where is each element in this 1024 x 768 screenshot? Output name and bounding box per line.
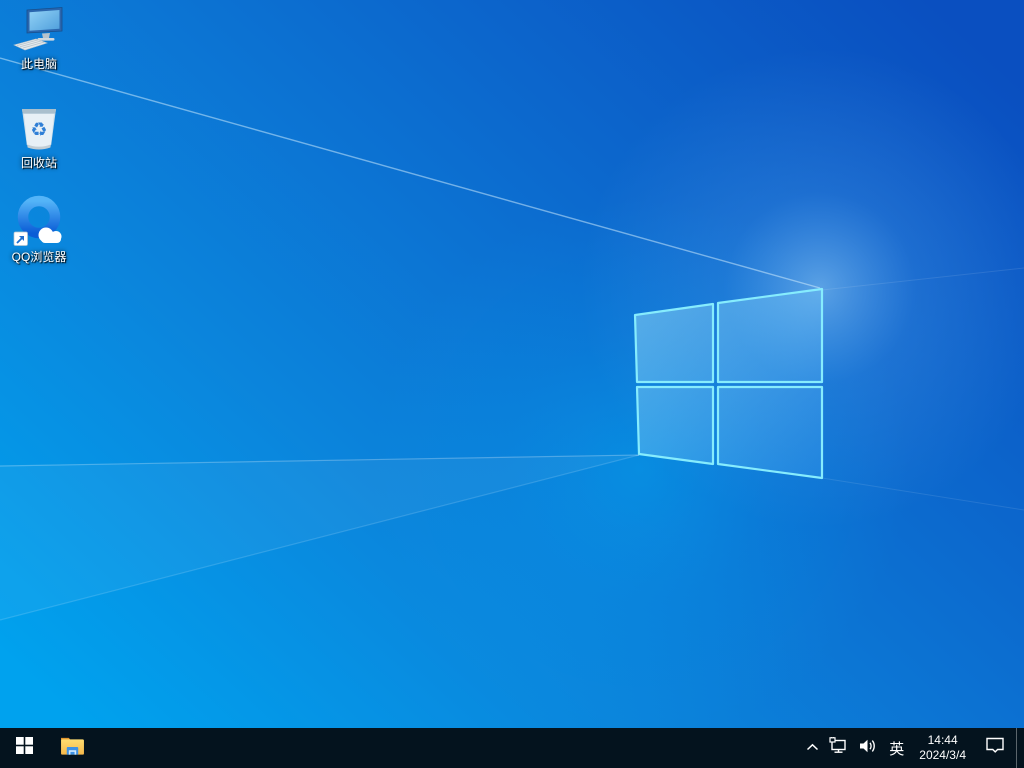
start-button[interactable] <box>0 728 48 768</box>
action-center-icon <box>985 737 1005 759</box>
desktop-icon-recycle-bin[interactable]: ♻ 回收站 <box>0 100 78 170</box>
windows-start-icon <box>15 737 33 759</box>
desktop-icon-label: 此电脑 <box>20 57 57 71</box>
system-tray: 英 14:44 2024/3/4 <box>801 728 1024 768</box>
desktop-icon-label: QQ浏览器 <box>11 250 67 264</box>
windows-desktop-screen: 此电脑 ♻ 回收站 QQ浏览器 英 14:44 2024/3/4 <box>0 0 1024 768</box>
file-explorer-icon <box>60 735 85 761</box>
this-pc-icon <box>11 5 67 55</box>
taskbar: 英 14:44 2024/3/4 <box>0 728 1024 768</box>
hidden-icons-button[interactable] <box>801 728 824 768</box>
ime-indicator[interactable]: 英 <box>882 728 911 768</box>
network-button[interactable] <box>824 728 853 768</box>
recycle-bin-icon: ♻ <box>15 100 63 154</box>
desktop-icon-label: 回收站 <box>20 156 57 170</box>
show-desktop-button[interactable] <box>1016 728 1024 768</box>
shortcut-arrow-overlay <box>13 231 28 246</box>
clock-time: 14:44 <box>927 733 958 747</box>
ime-label: 英 <box>889 740 905 758</box>
action-center-button[interactable] <box>974 728 1016 768</box>
desktop-icon-this-pc[interactable]: 此电脑 <box>0 5 78 71</box>
clock[interactable]: 14:44 2024/3/4 <box>911 728 974 768</box>
wallpaper-windows-logo <box>0 0 1024 728</box>
file-explorer-button[interactable] <box>48 728 96 768</box>
volume-button[interactable] <box>853 728 882 768</box>
desktop-area: 此电脑 ♻ 回收站 QQ浏览器 <box>0 0 1024 728</box>
speaker-icon <box>858 738 877 759</box>
chevron-up-icon <box>806 739 819 757</box>
ethernet-network-icon <box>829 736 848 759</box>
clock-date: 2024/3/4 <box>919 748 966 762</box>
desktop-icon-qq-browser[interactable]: QQ浏览器 <box>0 194 78 264</box>
qq-browser-icon <box>12 194 66 248</box>
svg-text:♻: ♻ <box>30 119 47 141</box>
